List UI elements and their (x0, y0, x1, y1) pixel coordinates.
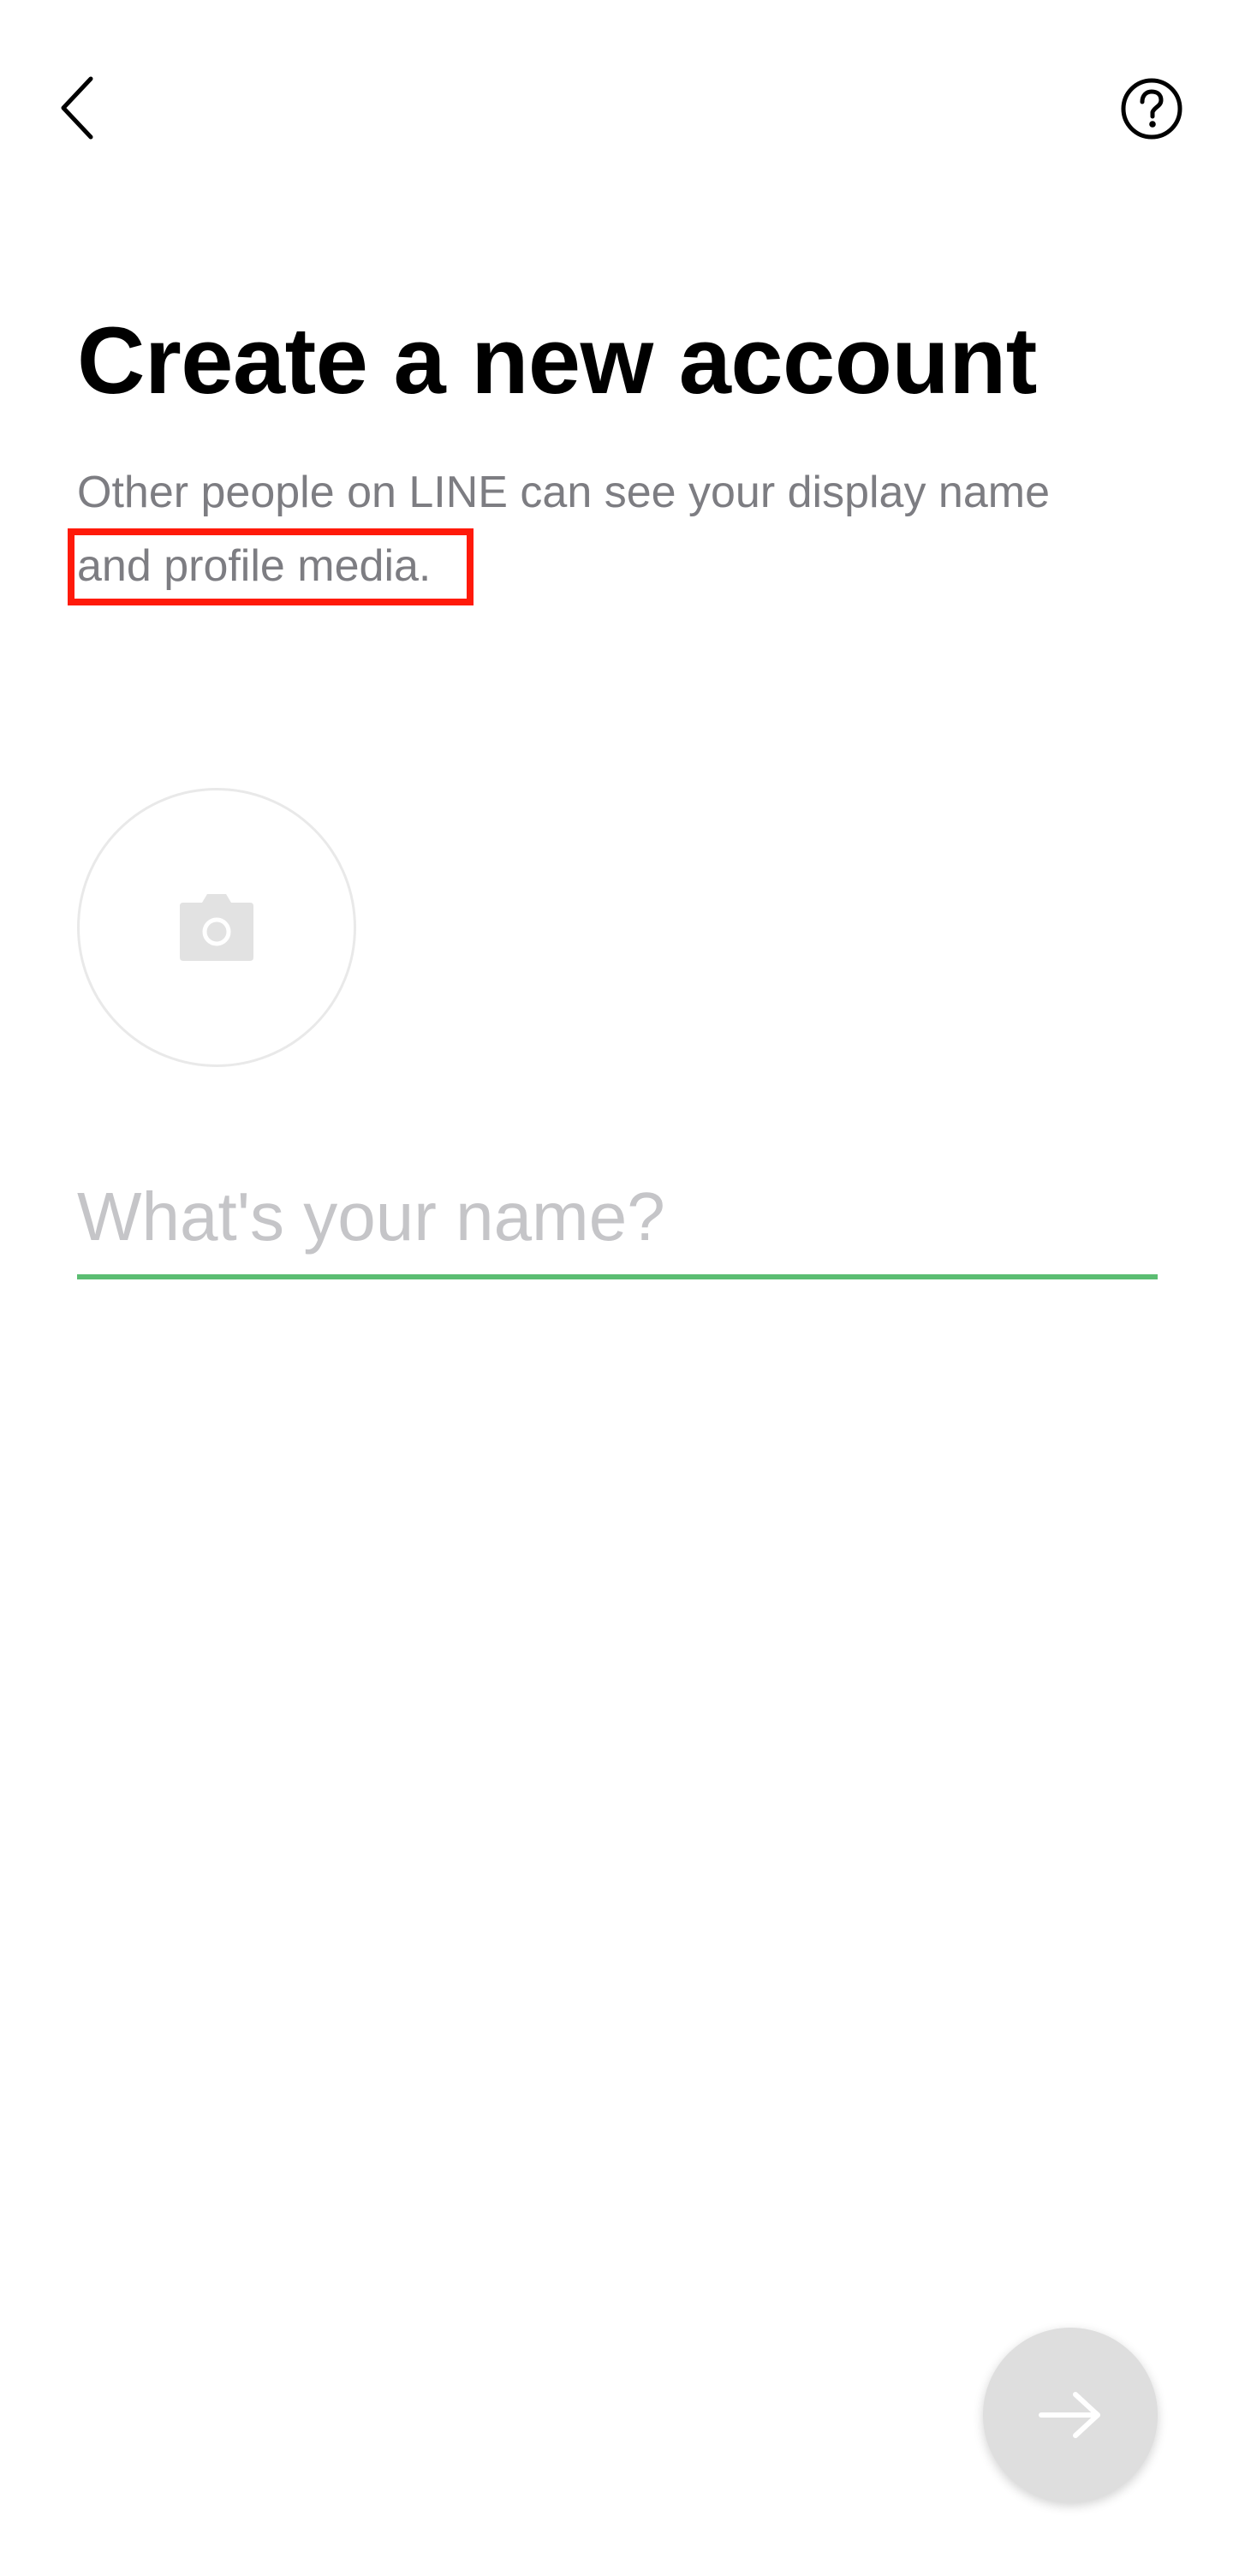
chevron-left-icon (61, 76, 93, 140)
next-button[interactable] (983, 2328, 1158, 2502)
camera-icon (180, 894, 253, 961)
page-title: Create a new account (77, 308, 1037, 414)
subtitle-line-1: Other people on LINE can see your displa… (77, 468, 1051, 517)
top-bar (0, 0, 1233, 223)
profile-photo-button[interactable] (77, 788, 356, 1067)
back-button[interactable] (50, 72, 104, 144)
help-button[interactable] (1118, 75, 1185, 142)
name-field (77, 1165, 1158, 1281)
subtitle: Other people on LINE can see your displa… (77, 456, 1173, 603)
name-input-underline (77, 1274, 1158, 1279)
subtitle-line-2: and profile media. (77, 541, 432, 591)
name-input[interactable] (77, 1165, 1158, 1269)
question-circle-icon (1121, 78, 1182, 140)
arrow-right-icon (1039, 2392, 1100, 2438)
